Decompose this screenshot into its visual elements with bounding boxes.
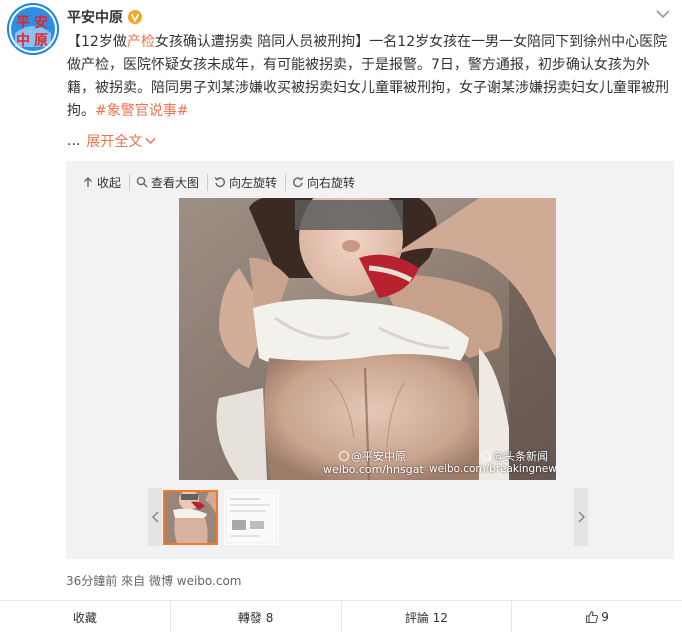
post-meta: 36分鐘前 來自 微博 weibo.com: [66, 572, 242, 589]
comment-button[interactable]: 評論 12: [342, 601, 513, 632]
headline-start: 【12岁做: [67, 34, 127, 50]
avatar[interactable]: 平 安 中 原: [7, 3, 59, 55]
weibo-post-card: 平 安 中 原 平安中原 【12岁做产检女孩确认遭拐卖 陪同人员被刑拘】一名12…: [0, 0, 682, 632]
action-bar: 收藏 轉發 8 評論 12 9: [0, 600, 682, 632]
media-toolbar: 收起 查看大图 向左旋转 向右旋转: [82, 173, 369, 191]
expand-full-text-link[interactable]: 展开全文: [86, 131, 142, 151]
repost-button[interactable]: 轉發 8: [171, 601, 342, 632]
thumbs-up-icon: [586, 610, 599, 624]
watermark-left-url: weibo.com/hnsgat: [323, 463, 424, 476]
svg-text:平: 平: [16, 15, 30, 31]
comment-label: 評論 12: [404, 610, 448, 625]
svg-text:中: 中: [16, 32, 30, 49]
rotate-left-icon: [214, 177, 226, 188]
from-label: 來自: [121, 574, 146, 588]
like-count: 9: [601, 610, 609, 624]
repost-label: 轉發 8: [237, 610, 274, 625]
collapse-label: 收起: [97, 175, 122, 190]
headline-end: 女孩确认遭拐卖 陪同人员被刑拘】: [154, 34, 370, 50]
post-text: 【12岁做产检女孩确认遭拐卖 陪同人员被刑拘】一名12岁女孩在一男一女陪同下到徐…: [67, 31, 673, 123]
post-time[interactable]: 36分鐘前: [66, 574, 117, 588]
favorite-label: 收藏: [72, 610, 97, 625]
svg-text:安: 安: [34, 14, 48, 31]
chevron-left-icon: [151, 511, 159, 523]
ellipsis: ...: [67, 133, 81, 149]
chevron-down-icon[interactable]: [145, 137, 156, 145]
post-source[interactable]: 微博 weibo.com: [149, 574, 242, 588]
thumbnail-2[interactable]: [224, 490, 279, 545]
verified-icon: [128, 10, 142, 24]
headline-highlight[interactable]: 产检: [127, 34, 155, 50]
chevron-right-icon: [577, 511, 585, 523]
thumbnail-next-button[interactable]: [574, 488, 588, 546]
thumbnail-strip: [148, 488, 588, 546]
svg-text:原: 原: [34, 33, 48, 49]
rotate-right-button[interactable]: 向右旋转: [292, 174, 363, 191]
thumbnail-prev-button[interactable]: [148, 488, 162, 546]
watermark-right-handle: @头条新闻: [481, 448, 548, 464]
user-name-row: 平安中原: [67, 6, 142, 28]
rotate-left-label: 向左旋转: [229, 175, 278, 190]
view-large-button[interactable]: 查看大图: [136, 173, 209, 191]
main-photo[interactable]: @平安中原 weibo.com/hnsgat @头条新闻 weibo.com/b…: [179, 198, 556, 480]
search-icon: [136, 176, 148, 188]
chevron-down-icon[interactable]: [656, 9, 670, 19]
arrow-up-icon: [84, 177, 92, 187]
rotate-right-icon: [293, 177, 304, 188]
favorite-button[interactable]: 收藏: [0, 601, 171, 632]
user-name[interactable]: 平安中原: [67, 7, 123, 27]
watermark-right-url: weibo.com/breakingnews: [429, 463, 556, 475]
thumbnail-1[interactable]: [163, 490, 218, 545]
view-large-label: 查看大图: [151, 175, 200, 190]
collapse-button[interactable]: 收起: [82, 173, 131, 191]
hashtag-link[interactable]: #象警官说事#: [95, 103, 188, 119]
rotate-left-button[interactable]: 向左旋转: [214, 173, 287, 191]
expand-row: ... 展开全文: [67, 131, 156, 151]
watermark-left-handle: @平安中原: [339, 448, 406, 464]
like-button[interactable]: 9: [512, 601, 682, 632]
rotate-right-label: 向右旋转: [307, 175, 356, 190]
